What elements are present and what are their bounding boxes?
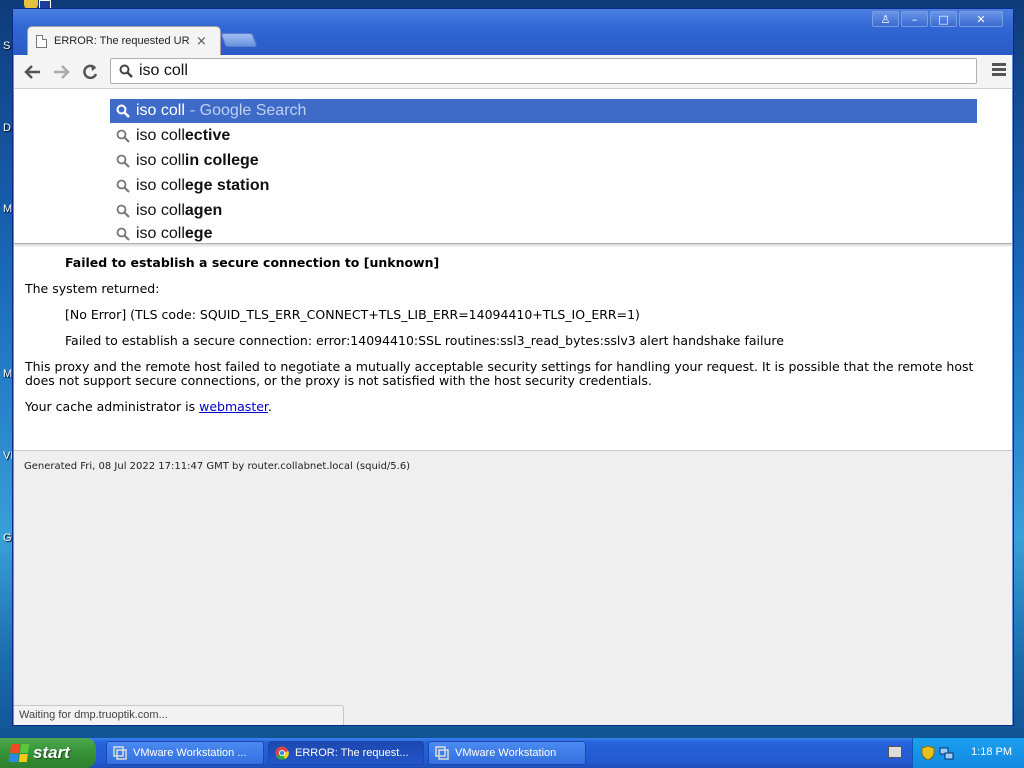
start-button[interactable]: start <box>0 738 96 768</box>
error-explanation-line-2: does not support secure connections, or … <box>25 373 652 388</box>
suggestion-item[interactable]: iso coll agen <box>110 199 977 223</box>
status-bubble: Waiting for dmp.truoptik.com... <box>14 705 344 725</box>
keyboard-icon[interactable] <box>888 746 902 758</box>
maximize-button[interactable]: □ <box>930 11 957 27</box>
suggestion-prefix: iso coll <box>136 202 185 219</box>
tab-title: ERROR: The requested URL <box>54 35 190 47</box>
desktop-icon-label: S <box>3 40 11 52</box>
suggestion-prefix: iso coll <box>136 152 185 169</box>
security-shield-icon[interactable] <box>921 745 935 761</box>
search-icon <box>116 104 130 118</box>
suggestion-item[interactable]: iso coll ective <box>110 124 977 148</box>
webmaster-link[interactable]: webmaster <box>199 399 268 414</box>
vmware-icon <box>113 746 127 760</box>
suggestion-item[interactable]: iso coll ege station <box>110 174 977 198</box>
suggestion-completion: ective <box>184 127 231 144</box>
suggestion-hint: - Google Search <box>189 102 307 119</box>
menu-icon[interactable] <box>992 63 1006 79</box>
toolbar: iso coll <box>14 55 1012 89</box>
windows-logo-icon <box>8 744 30 762</box>
suggestion-completion: in college <box>184 152 259 169</box>
address-bar-text[interactable]: iso coll <box>139 62 188 80</box>
generated-timestamp: Generated Fri, 08 Jul 2022 17:11:47 GMT … <box>24 461 411 472</box>
admin-prefix: Your cache administrator is <box>25 399 200 414</box>
suggestion-completion: ege <box>184 225 213 242</box>
title-bar[interactable]: ♙ – □ ✕ ERROR: The requested URL × <box>13 9 1013 55</box>
search-icon <box>116 204 130 218</box>
desktop-icon-label: M <box>3 203 13 215</box>
profile-button[interactable]: ♙ <box>872 11 899 27</box>
search-icon <box>116 179 130 193</box>
desktop-icon-label: G <box>3 532 12 544</box>
suggestion-item[interactable]: iso coll - Google Search <box>110 99 977 123</box>
system-returned-label: The system returned: <box>25 281 160 296</box>
browser-window: ♙ – □ ✕ ERROR: The requested URL × iso c… <box>12 8 1014 726</box>
desktop-icon-label: D <box>3 122 11 134</box>
new-tab-button[interactable] <box>220 33 258 47</box>
suggestion-prefix: iso coll <box>136 225 185 242</box>
clock: 1:18 PM <box>971 746 1012 758</box>
suggestion-prefix: iso coll <box>136 177 185 194</box>
suggestion-completion: ege station <box>184 177 270 194</box>
tab-close-icon[interactable]: × <box>196 34 207 49</box>
error-detail: Failed to establish a secure connection:… <box>65 333 784 348</box>
forward-arrow-icon <box>54 65 70 79</box>
admin-line: Your cache administrator is webmaster. <box>25 399 272 414</box>
search-icon <box>116 227 130 241</box>
error-title: Failed to establish a secure connection … <box>65 255 440 270</box>
taskbar: start VMware Workstation ... ERROR: The … <box>0 738 1024 768</box>
search-icon <box>119 64 133 78</box>
close-button[interactable]: ✕ <box>959 11 1003 27</box>
taskbar-item-label: VMware Workstation ... <box>133 747 247 759</box>
reload-icon <box>83 64 98 80</box>
vmware-icon <box>435 746 449 760</box>
start-label: start <box>33 743 70 762</box>
address-bar[interactable]: iso coll <box>110 58 977 84</box>
page-content: Failed to establish a secure connection … <box>14 89 1012 725</box>
back-arrow-icon <box>24 65 40 79</box>
back-button[interactable] <box>22 61 44 83</box>
suggestion-item[interactable]: iso coll in college <box>110 149 977 173</box>
network-icon[interactable] <box>939 745 955 761</box>
page-icon <box>36 34 47 48</box>
suggestion-prefix: iso coll <box>136 102 185 119</box>
taskbar-item-vmware-2[interactable]: VMware Workstation <box>428 741 586 765</box>
taskbar-item-browser[interactable]: ERROR: The request... <box>268 741 424 765</box>
tab-active[interactable]: ERROR: The requested URL × <box>27 26 221 55</box>
search-icon <box>116 154 130 168</box>
desktop-icon-label: M <box>3 368 13 380</box>
chrome-icon <box>275 746 289 760</box>
system-tray: 1:18 PM <box>912 738 1024 768</box>
taskbar-item-label: VMware Workstation <box>455 747 557 759</box>
page-footer: Generated Fri, 08 Jul 2022 17:11:47 GMT … <box>14 450 1012 725</box>
forward-button[interactable] <box>50 61 72 83</box>
admin-suffix: . <box>267 399 272 414</box>
search-icon <box>116 129 130 143</box>
suggestion-prefix: iso coll <box>136 127 185 144</box>
suggestion-completion: agen <box>184 202 223 219</box>
omnibox-suggestions: iso coll - Google Search iso coll ective i… <box>14 89 1012 244</box>
suggestion-item[interactable]: iso coll ege <box>110 224 977 244</box>
error-explanation-line-1: This proxy and the remote host failed to… <box>25 359 974 374</box>
window-controls: ♙ – □ ✕ <box>872 11 1003 27</box>
error-code: [No Error] (TLS code: SQUID_TLS_ERR_CONN… <box>65 307 640 322</box>
taskbar-item-vmware-1[interactable]: VMware Workstation ... <box>106 741 264 765</box>
taskbar-item-label: ERROR: The request... <box>295 747 409 759</box>
minimize-button[interactable]: – <box>901 11 928 27</box>
reload-button[interactable] <box>79 61 101 83</box>
